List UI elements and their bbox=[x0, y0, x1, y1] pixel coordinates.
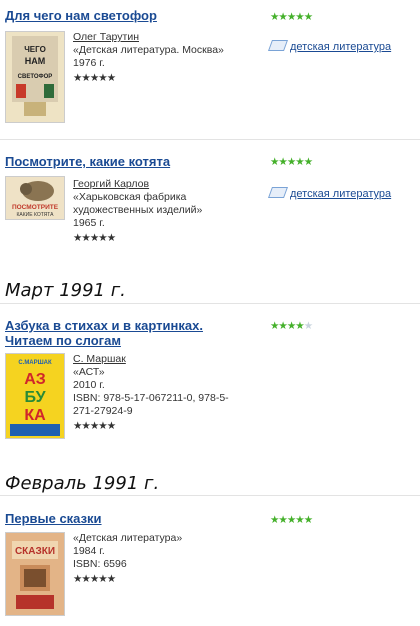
book-cover-image[interactable]: ЧЕГО НАМ СВЕТОФОР bbox=[5, 31, 65, 123]
book-meta: «Детская литература» 1984 г. ISBN: 6596 … bbox=[73, 532, 233, 586]
book-cover-image[interactable]: ПОСМОТРИТЕ КАКИЕ КОТЯТА bbox=[5, 176, 65, 220]
star-icon: ★ bbox=[81, 573, 90, 585]
star-icon: ★ bbox=[286, 320, 296, 332]
star-icon: ★ bbox=[295, 514, 304, 526]
star-icon: ★ bbox=[278, 514, 287, 526]
author-link[interactable]: Георгий Карлов bbox=[73, 178, 233, 191]
star-icon: ★ bbox=[303, 514, 313, 526]
book-rating: ★★★★★ bbox=[270, 320, 313, 332]
star-icon: ★ bbox=[106, 573, 116, 585]
star-icon: ★ bbox=[303, 320, 313, 332]
star-icon: ★ bbox=[81, 232, 90, 244]
publisher: «Харьковская фабрика художественных изде… bbox=[73, 191, 203, 216]
star-icon: ★ bbox=[295, 156, 304, 168]
isbn: ISBN: 6596 bbox=[73, 558, 127, 570]
star-icon: ★ bbox=[89, 72, 99, 84]
star-icon: ★ bbox=[106, 232, 116, 244]
book-cover-image[interactable]: С.МАРШАК АЗ БУ КА bbox=[5, 353, 65, 439]
svg-text:ПОСМОТРИТЕ: ПОСМОТРИТЕ bbox=[12, 204, 59, 211]
svg-text:ЧЕГО: ЧЕГО bbox=[24, 45, 46, 54]
star-icon: ★ bbox=[303, 156, 313, 168]
book-item: Посмотрите, какие котята ★★★★★ ПОСМОТРИТ… bbox=[0, 140, 420, 275]
book-title-link[interactable]: Первые сказки bbox=[5, 511, 230, 526]
svg-text:НАМ: НАМ bbox=[25, 56, 46, 66]
tag-link[interactable]: детская литература bbox=[267, 187, 391, 200]
year: 1965 г. bbox=[73, 217, 105, 229]
tag-link[interactable]: детская литература bbox=[267, 40, 391, 53]
book-meta: С. Маршак «АСТ» 2010 г. ISBN: 978-5-17-0… bbox=[73, 353, 233, 433]
book-title-link[interactable]: Азбука в стихах и в картинках. Читаем по… bbox=[5, 318, 230, 348]
book-cover-image[interactable]: СКАЗКИ bbox=[5, 532, 65, 616]
book-item: Первые сказки ★★★★★ СКАЗКИ «Детская лите… bbox=[0, 496, 420, 626]
reader-rating: ★★★★★ bbox=[73, 420, 233, 433]
author-link[interactable]: С. Маршак bbox=[73, 353, 233, 366]
book-title-link[interactable]: Посмотрите, какие котята bbox=[5, 154, 230, 169]
star-icon: ★ bbox=[278, 11, 287, 23]
star-icon: ★ bbox=[286, 11, 296, 23]
book-rating: ★★★★★ bbox=[270, 514, 313, 526]
publisher: «Детская литература. Москва» bbox=[73, 44, 224, 56]
reader-rating: ★★★★★ bbox=[73, 573, 233, 586]
svg-text:АЗ: АЗ bbox=[24, 371, 46, 388]
star-icon: ★ bbox=[89, 573, 99, 585]
publisher: «АСТ» bbox=[73, 366, 105, 378]
star-icon: ★ bbox=[286, 514, 296, 526]
star-icon: ★ bbox=[286, 156, 296, 168]
svg-text:СКАЗКИ: СКАЗКИ bbox=[15, 546, 55, 557]
star-icon: ★ bbox=[278, 156, 287, 168]
svg-text:БУ: БУ bbox=[24, 389, 46, 406]
reader-rating: ★★★★★ bbox=[73, 232, 233, 245]
star-icon: ★ bbox=[81, 72, 90, 84]
star-icon: ★ bbox=[81, 420, 90, 432]
star-icon: ★ bbox=[106, 420, 116, 432]
svg-text:СВЕТОФОР: СВЕТОФОР bbox=[18, 74, 53, 80]
star-icon: ★ bbox=[295, 320, 304, 332]
star-icon: ★ bbox=[278, 320, 287, 332]
month-heading: Февраль 1991 г. bbox=[5, 473, 160, 494]
month-heading: Март 1991 г. bbox=[5, 280, 126, 301]
star-icon: ★ bbox=[98, 420, 107, 432]
star-icon: ★ bbox=[303, 11, 313, 23]
book-meta: Георгий Карлов «Харьковская фабрика худо… bbox=[73, 178, 233, 245]
svg-text:КА: КА bbox=[24, 407, 46, 424]
star-icon: ★ bbox=[98, 72, 107, 84]
book-title-link[interactable]: Для чего нам светофор bbox=[5, 8, 230, 23]
year: 1976 г. bbox=[73, 57, 105, 69]
star-icon: ★ bbox=[89, 420, 99, 432]
book-rating: ★★★★★ bbox=[270, 11, 313, 23]
star-icon: ★ bbox=[98, 232, 107, 244]
tag-icon bbox=[267, 40, 289, 51]
svg-text:С.МАРШАК: С.МАРШАК bbox=[18, 360, 52, 366]
year: 2010 г. bbox=[73, 379, 105, 391]
publisher: «Детская литература» bbox=[73, 532, 183, 544]
reader-rating: ★★★★★ bbox=[73, 72, 233, 85]
book-meta: Олег Тарутин «Детская литература. Москва… bbox=[73, 31, 233, 85]
star-icon: ★ bbox=[89, 232, 99, 244]
isbn: ISBN: 978-5-17-067211-0, 978-5-271-27924… bbox=[73, 392, 229, 417]
tag-icon bbox=[267, 187, 289, 198]
author-link[interactable]: Олег Тарутин bbox=[73, 31, 233, 44]
book-rating: ★★★★★ bbox=[270, 156, 313, 168]
year: 1984 г. bbox=[73, 545, 105, 557]
star-icon: ★ bbox=[106, 72, 116, 84]
book-item: Азбука в стихах и в картинках. Читаем по… bbox=[0, 304, 420, 464]
svg-text:КАКИЕ КОТЯТА: КАКИЕ КОТЯТА bbox=[16, 212, 54, 218]
star-icon: ★ bbox=[98, 573, 107, 585]
book-item: Для чего нам светофор ★★★★★ ЧЕГО НАМ СВЕ… bbox=[0, 0, 420, 140]
star-icon: ★ bbox=[295, 11, 304, 23]
